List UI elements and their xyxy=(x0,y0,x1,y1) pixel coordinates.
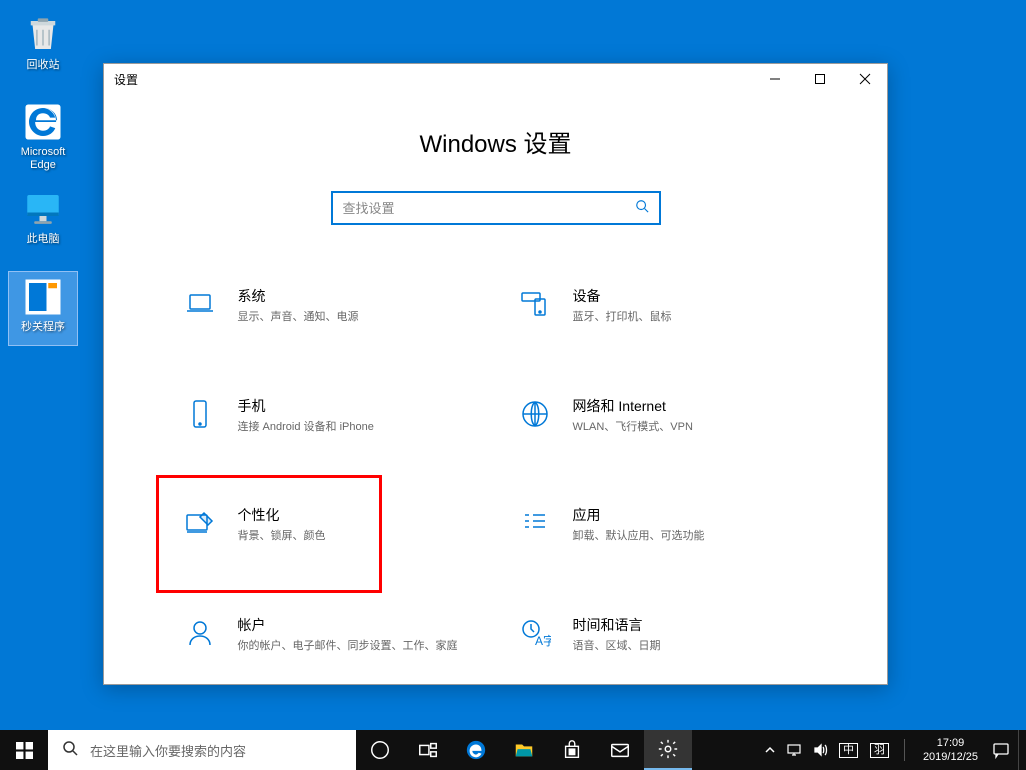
time-language-icon: A字 xyxy=(517,615,553,651)
category-desc: 蓝牙、打印机、鼠标 xyxy=(573,309,672,326)
page-title: Windows 设置 xyxy=(419,124,571,159)
file-explorer-button[interactable] xyxy=(500,730,548,770)
volume-tray-icon[interactable] xyxy=(812,742,828,758)
maximize-button[interactable] xyxy=(797,64,842,94)
laptop-icon xyxy=(182,286,218,322)
category-title: 手机 xyxy=(238,396,374,416)
category-apps[interactable]: 应用 卸载、默认应用、可选功能 xyxy=(511,499,816,551)
start-button[interactable] xyxy=(0,730,48,770)
network-tray-icon[interactable] xyxy=(786,742,802,758)
desktop-icon-label: 秒关程序 xyxy=(21,321,65,334)
category-desc: 连接 Android 设备和 iPhone xyxy=(238,419,374,436)
desktop-icon-recycle-bin[interactable]: 回收站 xyxy=(8,10,78,85)
system-tray: 中 羽 17:09 2019/12/25 xyxy=(756,730,1018,770)
search-box[interactable] xyxy=(331,191,661,225)
desktop-icon-label: 回收站 xyxy=(27,59,60,72)
category-devices[interactable]: 设备 蓝牙、打印机、鼠标 xyxy=(511,280,816,332)
category-desc: 语音、区域、日期 xyxy=(573,638,661,655)
taskbar-clock[interactable]: 17:09 2019/12/25 xyxy=(919,736,982,765)
settings-window: 设置 Windows 设置 xyxy=(103,63,888,685)
category-desc: WLAN、飞行模式、VPN xyxy=(573,419,693,436)
desktop-icon-label: Microsoft Edge xyxy=(8,146,78,172)
phone-icon xyxy=(182,396,218,432)
titlebar[interactable]: 设置 xyxy=(104,64,887,94)
category-title: 网络和 Internet xyxy=(573,396,693,416)
window-title: 设置 xyxy=(114,71,138,88)
taskbar-search[interactable]: 在这里输入你要搜索的内容 xyxy=(48,730,356,770)
category-desc: 你的帐户、电子邮件、同步设置、工作、家庭 xyxy=(238,638,458,655)
category-personalization[interactable]: 个性化 背景、锁屏、颜色 xyxy=(176,499,481,551)
category-title: 应用 xyxy=(573,505,705,525)
search-placeholder: 在这里输入你要搜索的内容 xyxy=(90,741,246,760)
edge-taskbar-button[interactable] xyxy=(452,730,500,770)
desktop-icon-edge[interactable]: Microsoft Edge xyxy=(8,97,78,172)
apps-icon xyxy=(517,505,553,541)
desktop-icon-quick-close[interactable]: 秒关程序 xyxy=(8,271,78,346)
category-system[interactable]: 系统 显示、声音、通知、电源 xyxy=(176,280,481,332)
category-title: 个性化 xyxy=(238,505,326,525)
search-icon xyxy=(62,740,78,761)
search-icon xyxy=(635,199,649,218)
desktop-icon-this-pc[interactable]: 此电脑 xyxy=(8,184,78,259)
category-title: 系统 xyxy=(238,286,359,306)
edge-icon xyxy=(22,101,64,143)
ime-indicator-2[interactable]: 羽 xyxy=(870,743,889,758)
taskbar: 在这里输入你要搜索的内容 xyxy=(0,730,1026,770)
minimize-button[interactable] xyxy=(752,64,797,94)
category-title: 设备 xyxy=(573,286,672,306)
cortana-button[interactable] xyxy=(356,730,404,770)
taskbar-spacer xyxy=(692,730,756,770)
category-title: 时间和语言 xyxy=(573,615,661,635)
globe-icon xyxy=(517,396,553,432)
category-title: 帐户 xyxy=(238,615,458,635)
clock-time: 17:09 xyxy=(923,736,978,750)
action-center-icon[interactable] xyxy=(992,741,1010,759)
store-button[interactable] xyxy=(548,730,596,770)
taskbar-apps xyxy=(356,730,692,770)
category-network[interactable]: 网络和 Internet WLAN、飞行模式、VPN xyxy=(511,390,816,442)
category-desc: 卸载、默认应用、可选功能 xyxy=(573,528,705,545)
category-accounts[interactable]: 帐户 你的帐户、电子邮件、同步设置、工作、家庭 xyxy=(176,609,481,661)
devices-icon xyxy=(517,286,553,322)
desktop-icon-label: 此电脑 xyxy=(27,233,60,246)
ime-indicator-1[interactable]: 中 xyxy=(839,743,858,758)
categories-grid: 系统 显示、声音、通知、电源 设备 蓝牙、打印机、鼠标 手机 xyxy=(176,280,816,660)
clock-date: 2019/12/25 xyxy=(923,750,978,764)
mail-button[interactable] xyxy=(596,730,644,770)
svg-text:A字: A字 xyxy=(535,633,551,648)
search-input[interactable] xyxy=(343,201,635,216)
settings-body: Windows 设置 系统 显示、声音、通知、电源 xyxy=(104,94,887,684)
category-phone[interactable]: 手机 连接 Android 设备和 iPhone xyxy=(176,390,481,442)
tray-separator xyxy=(904,739,905,761)
monitor-icon xyxy=(22,188,64,230)
category-desc: 背景、锁屏、颜色 xyxy=(238,528,326,545)
settings-taskbar-button[interactable] xyxy=(644,730,692,770)
show-desktop-button[interactable] xyxy=(1018,730,1026,770)
task-view-button[interactable] xyxy=(404,730,452,770)
close-button[interactable] xyxy=(842,64,887,94)
window-controls xyxy=(752,64,887,94)
category-time-language[interactable]: A字 时间和语言 语音、区域、日期 xyxy=(511,609,816,661)
category-desc: 显示、声音、通知、电源 xyxy=(238,309,359,326)
recycle-bin-icon xyxy=(22,14,64,56)
tray-chevron-up-icon[interactable] xyxy=(764,744,776,756)
person-icon xyxy=(182,615,218,651)
desktop-icons: 回收站 Microsoft Edge 此电脑 秒关程序 xyxy=(8,10,78,358)
app-icon xyxy=(22,276,64,318)
personalization-icon xyxy=(182,505,218,541)
